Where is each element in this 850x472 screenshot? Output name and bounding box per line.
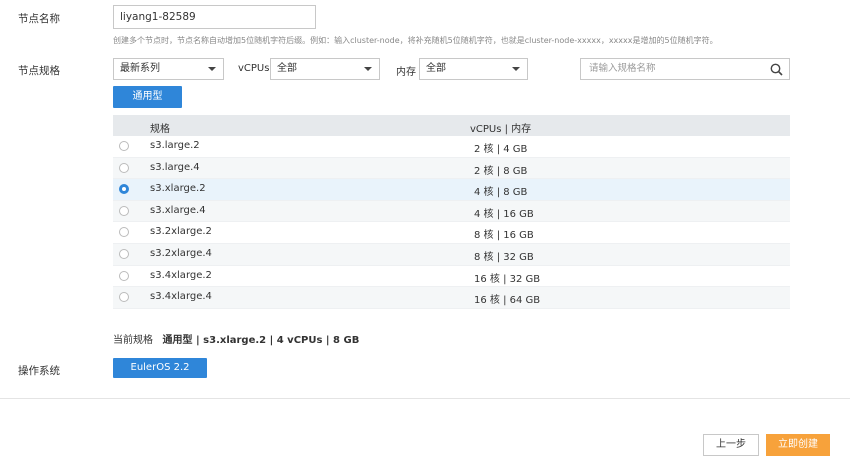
spec-vcpus-memory: 8 核 | 32 GB (474, 251, 534, 263)
spec-search-placeholder: 请输入规格名称 (589, 63, 656, 74)
spec-radio[interactable] (119, 141, 129, 151)
memory-select-value: 全部 (426, 63, 446, 74)
vcpus-label: vCPUs (238, 63, 270, 74)
euleros-button[interactable]: EulerOS 2.2 (113, 358, 207, 378)
current-spec-label: 当前规格 (113, 335, 153, 346)
spec-vcpus-memory: 16 核 | 32 GB (474, 273, 541, 285)
current-spec-value: 通用型 | s3.xlarge.2 | 4 vCPUs | 8 GB (162, 335, 360, 346)
table-row[interactable]: s3.4xlarge.4 16 核 | 64 GB (113, 287, 790, 309)
column-header-vcpus-memory: vCPUs | 内存 (470, 124, 532, 135)
table-row[interactable]: s3.xlarge.2 4 核 | 8 GB (113, 179, 790, 201)
general-purpose-type-button[interactable]: 通用型 (113, 86, 182, 108)
spec-name: s3.2xlarge.4 (150, 247, 212, 259)
spec-name: s3.2xlarge.2 (150, 226, 212, 238)
os-label: 操作系统 (18, 365, 60, 377)
table-header: 规格 vCPUs | 内存 (113, 115, 790, 136)
spec-name: s3.large.2 (150, 140, 200, 151)
table-row[interactable]: s3.large.4 2 核 | 8 GB (113, 157, 790, 180)
node-name-label: 节点名称 (18, 13, 60, 25)
chevron-down-icon (364, 67, 372, 71)
memory-select[interactable]: 全部 (419, 58, 528, 80)
column-header-spec: 规格 (150, 124, 170, 135)
spec-name: s3.large.4 (150, 161, 200, 173)
table-row[interactable]: s3.2xlarge.2 8 核 | 16 GB (113, 222, 790, 244)
node-name-input[interactable]: liyang1-82589 (113, 5, 316, 29)
vcpus-select-value: 全部 (277, 63, 297, 74)
spec-radio[interactable] (119, 162, 129, 173)
memory-label: 内存 (396, 67, 416, 78)
series-select[interactable]: 最新系列 (113, 58, 224, 80)
table-row[interactable]: s3.4xlarge.2 16 核 | 32 GB (113, 266, 790, 288)
spec-vcpus-memory: 8 核 | 16 GB (474, 230, 534, 242)
spec-name: s3.4xlarge.4 (150, 291, 212, 303)
vcpus-select[interactable]: 全部 (270, 58, 380, 80)
spec-radio[interactable] (119, 184, 129, 195)
spec-name: s3.xlarge.4 (150, 204, 206, 216)
table-row[interactable]: s3.xlarge.4 4 核 | 16 GB (113, 200, 790, 223)
node-spec-label: 节点规格 (18, 65, 60, 77)
spec-vcpus-memory: 4 核 | 16 GB (474, 208, 534, 220)
spec-name: s3.4xlarge.2 (150, 269, 212, 281)
spec-vcpus-memory: 4 核 | 8 GB (474, 187, 528, 199)
chevron-down-icon (208, 67, 216, 71)
spec-radio[interactable] (119, 292, 129, 303)
series-select-value: 最新系列 (120, 63, 160, 74)
spec-radio[interactable] (119, 248, 129, 259)
spec-radio[interactable] (119, 205, 129, 216)
node-name-hint: 创建多个节点时，节点名称自动增加5位随机字符后缀。例如：输入cluster-no… (113, 36, 718, 45)
chevron-down-icon (512, 67, 520, 71)
spec-vcpus-memory: 2 核 | 4 GB (474, 144, 528, 155)
spec-search-input[interactable]: 请输入规格名称 (580, 58, 790, 80)
search-icon[interactable] (770, 63, 783, 76)
table-row[interactable]: s3.2xlarge.4 8 核 | 32 GB (113, 243, 790, 266)
spec-name: s3.xlarge.2 (150, 183, 206, 195)
current-spec: 当前规格 通用型 | s3.xlarge.2 | 4 vCPUs | 8 GB (113, 331, 359, 346)
spec-radio[interactable] (119, 227, 129, 238)
spec-table: 规格 vCPUs | 内存 s3.large.2 2 核 | 4 GB s3.lar… (113, 115, 790, 309)
table-row[interactable]: s3.large.2 2 核 | 4 GB (113, 136, 790, 158)
spec-vcpus-memory: 2 核 | 8 GB (474, 165, 528, 177)
spec-vcpus-memory: 16 核 | 64 GB (474, 295, 541, 307)
create-now-button[interactable]: 立即创建 (766, 434, 830, 456)
spec-radio[interactable] (119, 270, 129, 281)
previous-step-button[interactable]: 上一步 (703, 434, 759, 456)
